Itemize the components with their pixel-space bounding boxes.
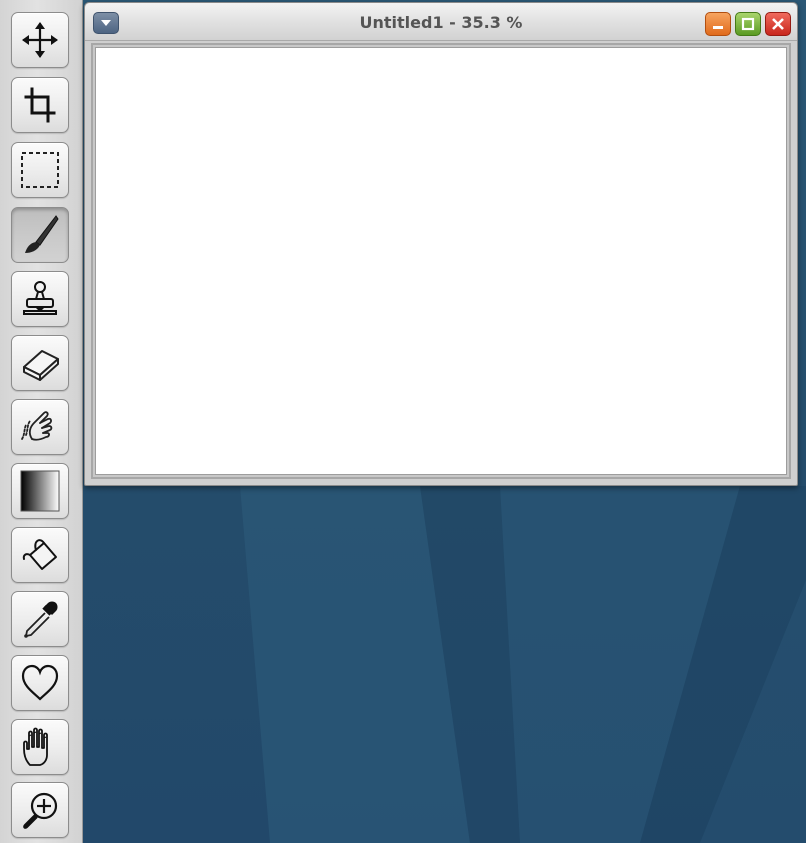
crop-tool-button[interactable]	[11, 77, 69, 133]
window-menu-button[interactable]	[93, 12, 119, 34]
hand-tool-button[interactable]	[11, 719, 69, 775]
heart-icon	[21, 664, 59, 701]
maximize-icon	[741, 17, 755, 31]
eraser-icon	[23, 350, 59, 381]
minimize-button[interactable]	[705, 12, 731, 36]
maximize-button[interactable]	[735, 12, 761, 36]
smudge-tool-button[interactable]	[11, 399, 69, 455]
brush-tool-button[interactable]	[11, 207, 69, 263]
close-button[interactable]	[765, 12, 791, 36]
eyedropper-icon	[24, 601, 58, 638]
window-title: Untitled1 - 35.3 %	[359, 13, 523, 32]
clone-stamp-tool-button[interactable]	[11, 271, 69, 327]
eyedropper-tool-button[interactable]	[11, 591, 69, 647]
chevron-down-icon	[101, 20, 111, 26]
move-tool-button[interactable]	[11, 12, 69, 68]
hand-icon	[23, 727, 48, 766]
paint-bucket-icon	[22, 539, 57, 570]
drawing-canvas[interactable]	[95, 47, 787, 475]
brush-icon	[25, 215, 59, 253]
dashed-rectangle-icon	[21, 152, 59, 188]
gradient-tool-button[interactable]	[11, 463, 69, 519]
gradient-icon	[20, 470, 60, 512]
shape-tool-button[interactable]	[11, 655, 69, 711]
close-icon	[772, 18, 784, 30]
fill-bucket-tool-button[interactable]	[11, 527, 69, 583]
window-titlebar[interactable]: Untitled1 - 35.3 %	[85, 3, 797, 41]
stamp-icon	[23, 281, 57, 315]
crop-icon	[24, 87, 56, 123]
zoom-tool-button[interactable]	[11, 782, 69, 838]
move-arrows-icon	[22, 22, 58, 58]
zoom-in-icon	[23, 792, 58, 829]
image-window: Untitled1 - 35.3 %	[84, 2, 798, 486]
eraser-tool-button[interactable]	[11, 335, 69, 391]
minimize-icon	[713, 26, 723, 29]
tool-palette	[0, 0, 83, 843]
selection-tool-button[interactable]	[11, 142, 69, 198]
smudge-finger-icon	[21, 411, 53, 441]
canvas-frame	[91, 43, 791, 479]
